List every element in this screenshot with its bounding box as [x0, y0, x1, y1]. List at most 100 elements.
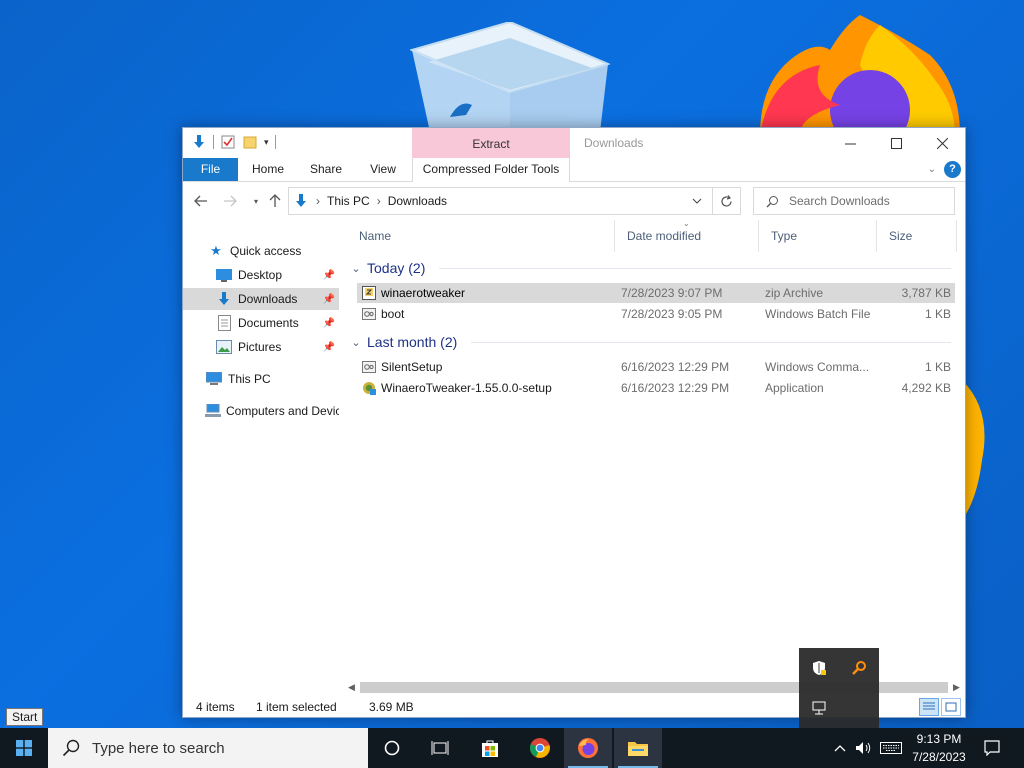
- search-input[interactable]: [789, 194, 939, 208]
- sort-chevron-icon: ⌄: [683, 219, 690, 228]
- download-icon: [215, 291, 233, 307]
- file-row[interactable]: winaerotweaker 7/28/2023 9:07 PM zip Arc…: [357, 283, 955, 303]
- up-button[interactable]: [265, 191, 285, 211]
- search-icon: [766, 195, 778, 207]
- refresh-button[interactable]: [712, 188, 740, 214]
- nav-computers-and-devices[interactable]: Computers and Devices: [183, 400, 339, 422]
- breadcrumb-downloads[interactable]: Downloads: [388, 194, 447, 208]
- recent-locations-button[interactable]: ▾: [246, 191, 266, 211]
- network-tray-icon[interactable]: [807, 696, 831, 720]
- pin-icon[interactable]: 📌: [323, 342, 335, 353]
- taskbar-search-box: [48, 728, 368, 768]
- file-size: 1 KB: [924, 360, 951, 374]
- maximize-button[interactable]: [873, 128, 919, 158]
- file-row[interactable]: WinaeroTweaker-1.55.0.0-setup 6/16/2023 …: [357, 378, 955, 398]
- pin-icon[interactable]: 📌: [323, 270, 335, 281]
- close-button[interactable]: [919, 128, 965, 158]
- navigation-pane: ★ Quick access Desktop 📌 Downloads 📌 Doc…: [183, 236, 339, 676]
- nav-this-pc[interactable]: This PC: [183, 368, 339, 390]
- firefox-desktop-fragment: [962, 380, 985, 520]
- folder-icon: [628, 742, 648, 756]
- search-tool-icon[interactable]: [847, 656, 871, 680]
- minimize-button[interactable]: [827, 128, 873, 158]
- nav-label: Downloads: [238, 292, 298, 306]
- start-button[interactable]: [0, 728, 48, 768]
- notification-icon: [984, 740, 1000, 756]
- task-view-button[interactable]: [416, 728, 464, 768]
- pin-icon[interactable]: 📌: [323, 294, 335, 305]
- windows-logo-icon: [16, 740, 32, 756]
- pictures-icon: [215, 339, 233, 355]
- scroll-left-icon[interactable]: ◀: [343, 679, 360, 696]
- column-header-name[interactable]: Name: [347, 220, 615, 252]
- desktop-icon: [215, 267, 233, 283]
- scroll-right-icon[interactable]: ▶: [948, 679, 965, 696]
- back-button[interactable]: [191, 191, 211, 211]
- toolbar-separator: [274, 135, 276, 149]
- keyboard-button[interactable]: [878, 728, 904, 768]
- nav-downloads[interactable]: Downloads 📌: [183, 288, 339, 310]
- nav-quick-access[interactable]: ★ Quick access: [183, 240, 339, 262]
- column-header-type[interactable]: Type: [759, 220, 877, 252]
- download-folder-icon[interactable]: [191, 134, 207, 150]
- minimize-icon: [844, 143, 856, 144]
- group-header[interactable]: ⌄ Last month (2): [347, 331, 955, 353]
- tab-compressed-folder-tools[interactable]: Compressed Folder Tools: [412, 158, 570, 182]
- nav-pictures[interactable]: Pictures 📌: [183, 336, 339, 358]
- large-icons-view-button[interactable]: [941, 698, 961, 716]
- notifications-button[interactable]: [978, 728, 1006, 768]
- volume-button[interactable]: [852, 728, 876, 768]
- up-arrow-icon: [269, 194, 281, 207]
- column-header-date-modified[interactable]: ⌄ Date modified: [615, 219, 759, 252]
- document-icon: [215, 315, 233, 331]
- new-folder-icon[interactable]: [242, 134, 258, 150]
- group-header[interactable]: ⌄ Today (2): [347, 257, 955, 279]
- security-shield-icon[interactable]: [807, 656, 831, 680]
- speaker-icon: [856, 742, 871, 754]
- forward-button[interactable]: [220, 191, 240, 211]
- file-date: 6/16/2023 12:29 PM: [621, 360, 730, 374]
- address-bar[interactable]: › This PC › Downloads: [288, 187, 741, 215]
- file-explorer-button[interactable]: [614, 728, 662, 768]
- file-date: 7/28/2023 9:07 PM: [621, 286, 723, 300]
- extract-context-tab[interactable]: Extract: [412, 128, 570, 158]
- expand-ribbon-icon[interactable]: ⌄: [928, 164, 936, 175]
- nav-label: This PC: [228, 372, 271, 386]
- customize-toolbar-icon[interactable]: ▾: [264, 137, 269, 148]
- file-row[interactable]: SilentSetup 6/16/2023 12:29 PM Windows C…: [357, 357, 955, 377]
- store-bag-icon: [482, 740, 498, 757]
- taskbar-search-input[interactable]: [92, 739, 342, 757]
- back-arrow-icon: [194, 195, 207, 207]
- show-hidden-icons-button[interactable]: [830, 728, 850, 768]
- breadcrumb-this-pc[interactable]: This PC: [327, 194, 370, 208]
- microsoft-store-button[interactable]: [466, 728, 514, 768]
- file-row[interactable]: boot 7/28/2023 9:05 PM Windows Batch Fil…: [357, 304, 955, 324]
- tab-share[interactable]: Share: [301, 158, 351, 181]
- properties-icon[interactable]: [220, 134, 236, 150]
- start-tooltip: Start: [6, 708, 44, 726]
- breadcrumb: › This PC › Downloads: [289, 193, 682, 209]
- column-header-label: Date modified: [627, 229, 702, 243]
- details-view-button[interactable]: [919, 698, 939, 716]
- tab-file[interactable]: File: [183, 158, 238, 181]
- help-icon[interactable]: ?: [944, 161, 961, 178]
- tab-home[interactable]: Home: [243, 158, 293, 181]
- address-dropdown-button[interactable]: [682, 196, 712, 207]
- command-script-icon: [362, 361, 376, 373]
- title-bar: ▾ Extract Downloads: [183, 128, 965, 158]
- tab-view[interactable]: View: [361, 158, 405, 181]
- selection-size: 3.69 MB: [369, 700, 414, 714]
- item-count: 4 items: [196, 700, 235, 714]
- firefox-button[interactable]: [564, 728, 612, 768]
- chevron-down-icon: [692, 198, 702, 204]
- clock-date: 7/28/2023: [912, 750, 966, 764]
- file-size: 3,787 KB: [901, 286, 951, 300]
- cortana-button[interactable]: [368, 728, 416, 768]
- clock[interactable]: 9:13 PM 7/28/2023: [908, 730, 970, 766]
- search-box: [753, 187, 955, 215]
- column-header-size[interactable]: Size: [877, 220, 957, 252]
- chrome-button[interactable]: [516, 728, 564, 768]
- pin-icon[interactable]: 📌: [323, 318, 335, 329]
- nav-desktop[interactable]: Desktop 📌: [183, 264, 339, 286]
- nav-documents[interactable]: Documents 📌: [183, 312, 339, 334]
